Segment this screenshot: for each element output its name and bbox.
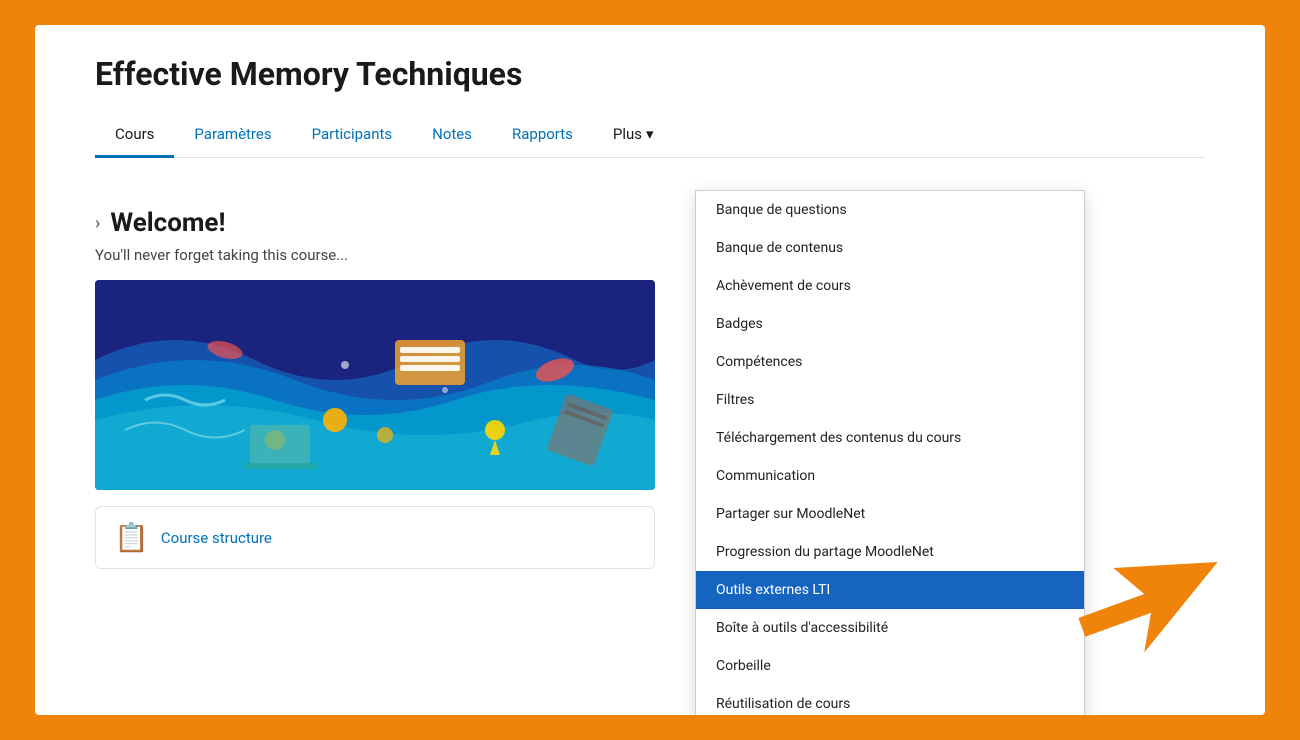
dropdown-item-communication[interactable]: Communication: [696, 457, 1084, 495]
collapse-chevron-icon[interactable]: ›: [95, 213, 100, 234]
nav-tabs: Cours Paramètres Participants Notes Rapp…: [95, 113, 1205, 158]
dropdown-item-filtres[interactable]: Filtres: [696, 381, 1084, 419]
dropdown-item-outils-lti[interactable]: Outils externes LTI: [696, 571, 1084, 609]
arrow-pointer: [1067, 540, 1247, 660]
dropdown-item-corbeille[interactable]: Corbeille: [696, 647, 1084, 685]
page-title: Effective Memory Techniques: [95, 55, 1205, 93]
tab-parametres[interactable]: Paramètres: [174, 113, 291, 158]
tab-participants[interactable]: Participants: [292, 113, 413, 158]
tab-plus[interactable]: Plus ▾: [593, 113, 674, 158]
dropdown-item-banque-contenus[interactable]: Banque de contenus: [696, 229, 1084, 267]
dropdown-item-boite-accessibilite[interactable]: Boîte à outils d'accessibilité: [696, 609, 1084, 647]
tab-rapports[interactable]: Rapports: [492, 113, 593, 158]
chevron-down-icon: ▾: [646, 125, 654, 143]
course-image: [95, 280, 655, 490]
plus-dropdown: Banque de questions Banque de contenus A…: [695, 190, 1085, 715]
tab-cours[interactable]: Cours: [95, 113, 174, 158]
dropdown-item-telechargement[interactable]: Téléchargement des contenus du cours: [696, 419, 1084, 457]
course-structure-link[interactable]: Course structure: [161, 529, 272, 547]
dropdown-item-badges[interactable]: Badges: [696, 305, 1084, 343]
tab-notes[interactable]: Notes: [412, 113, 492, 158]
document-icon: 📋: [114, 521, 149, 554]
course-structure-card: 📋 Course structure: [95, 506, 655, 569]
dropdown-item-partager-moodlenet[interactable]: Partager sur MoodleNet: [696, 495, 1084, 533]
welcome-title: Welcome!: [110, 208, 225, 238]
dropdown-item-banque-questions[interactable]: Banque de questions: [696, 191, 1084, 229]
main-window: Effective Memory Techniques Cours Paramè…: [35, 25, 1265, 715]
page-header: Effective Memory Techniques Cours Paramè…: [35, 25, 1265, 178]
dropdown-item-progression-moodlenet[interactable]: Progression du partage MoodleNet: [696, 533, 1084, 571]
dropdown-item-competences[interactable]: Compétences: [696, 343, 1084, 381]
dropdown-item-reutilisation[interactable]: Réutilisation de cours: [696, 685, 1084, 715]
dropdown-item-achevement[interactable]: Achèvement de cours: [696, 267, 1084, 305]
